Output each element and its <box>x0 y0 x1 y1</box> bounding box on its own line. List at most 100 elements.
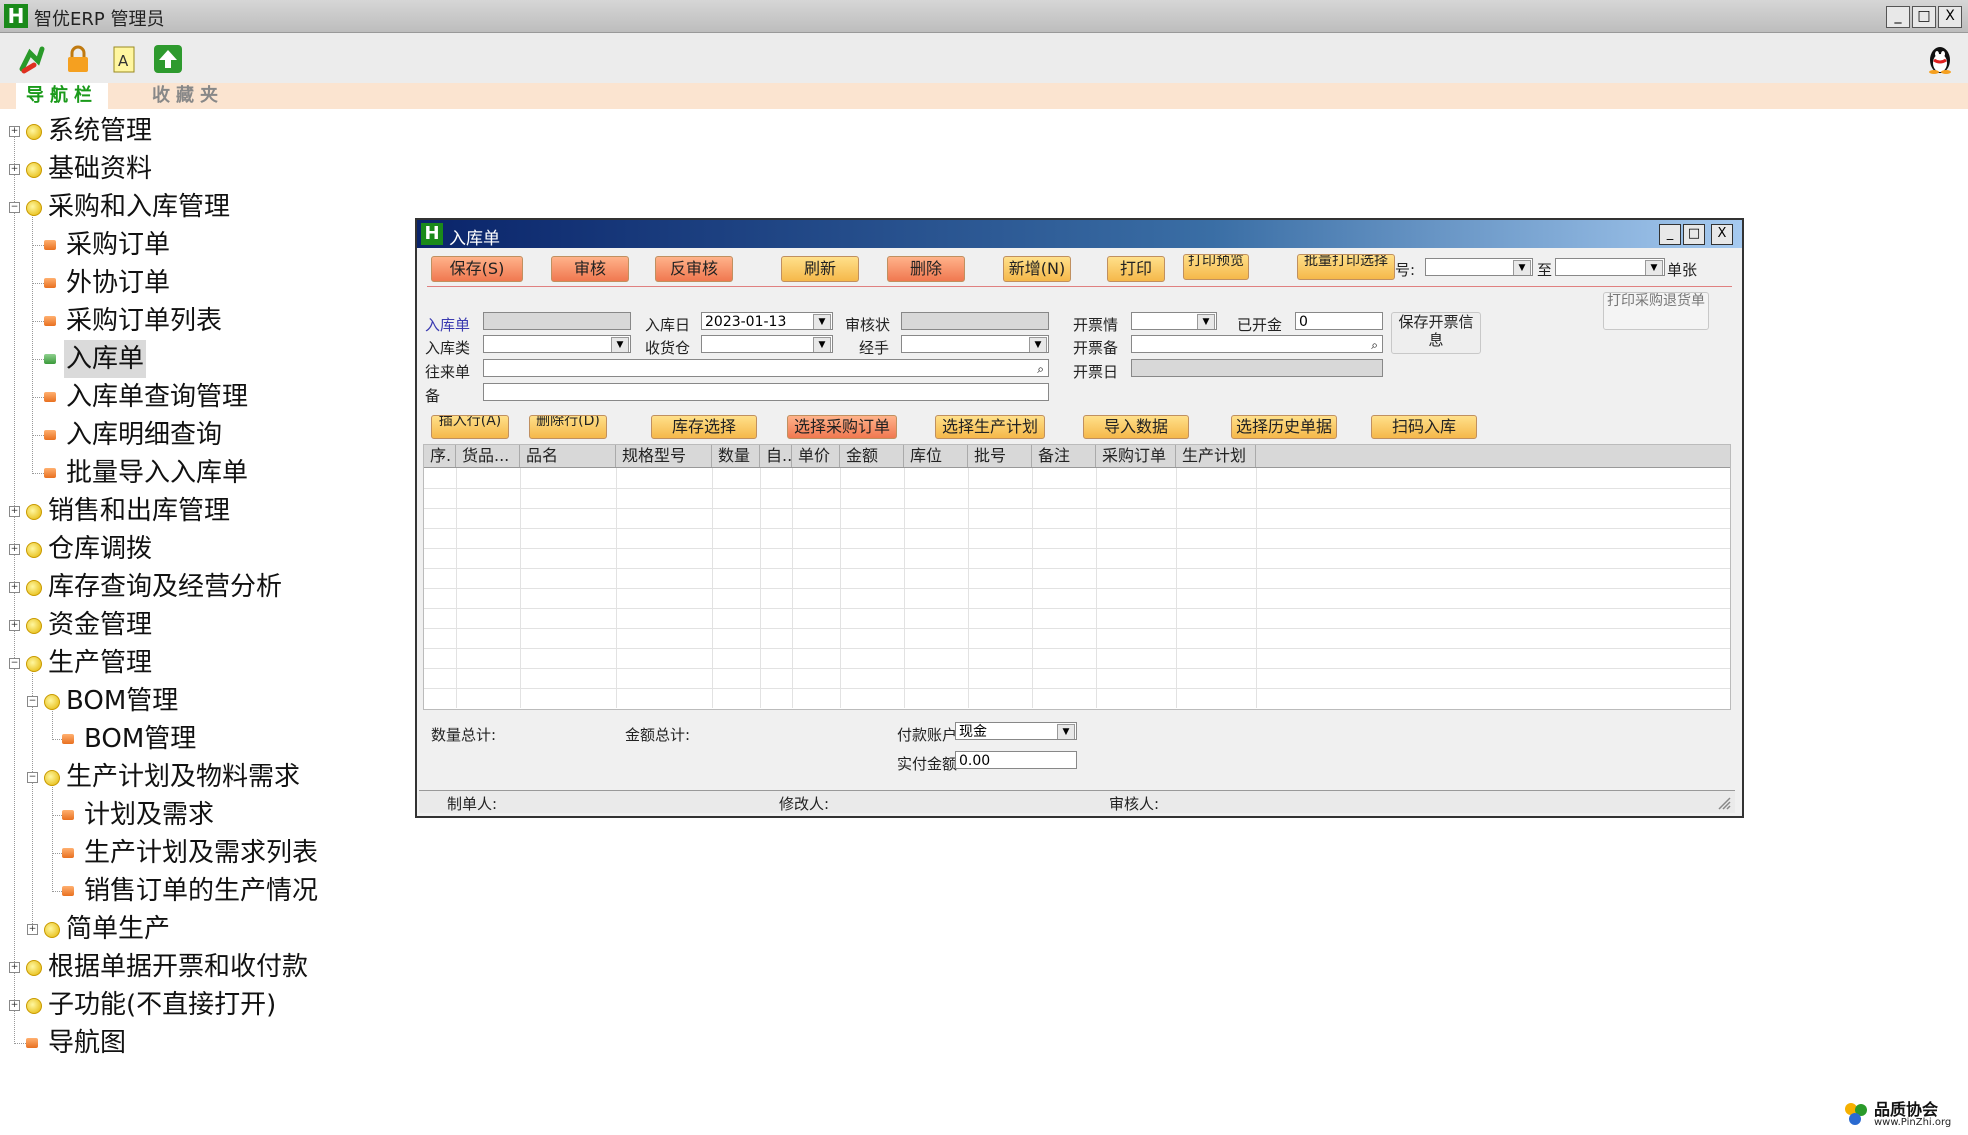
unaudit-button[interactable]: 反审核 <box>655 256 733 282</box>
import-data-button[interactable]: 导入数据 <box>1083 415 1189 439</box>
tree-item-simple-production[interactable]: + 简单生产 <box>0 910 400 948</box>
tree-item-batch-import-inbound[interactable]: 批量导入入库单 <box>0 454 400 492</box>
insert-row-button[interactable]: 插入行(A) <box>431 415 509 439</box>
invoice-status-select[interactable]: ▼ <box>1131 312 1217 330</box>
handler-select[interactable]: ▼ <box>901 335 1049 353</box>
collapse-icon[interactable]: − <box>9 658 20 669</box>
lock-icon[interactable] <box>62 43 94 75</box>
expand-icon[interactable]: + <box>9 1000 20 1011</box>
expand-icon[interactable]: + <box>27 924 38 935</box>
search-icon[interactable]: ⌕ <box>1371 336 1378 352</box>
tree-item-inbound-detail-query[interactable]: 入库明细查询 <box>0 416 400 454</box>
tree-item-purchase-order[interactable]: 采购订单 <box>0 226 400 264</box>
refresh-arrow-icon[interactable] <box>16 43 48 75</box>
column-header-location[interactable]: 库位 <box>904 445 968 467</box>
maximize-button[interactable]: □ <box>1912 6 1936 28</box>
column-header-price[interactable]: 单价 <box>792 445 840 467</box>
tree-item-sales-outbound[interactable]: + 销售和出库管理 <box>0 492 400 530</box>
tree-item-warehouse-transfer[interactable]: + 仓库调拨 <box>0 530 400 568</box>
type-select[interactable]: ▼ <box>483 335 631 353</box>
select-history-button[interactable]: 选择历史单据 <box>1231 415 1337 439</box>
tree-item-bom-folder[interactable]: − BOM管理 <box>0 682 400 720</box>
collapse-icon[interactable]: − <box>27 696 38 707</box>
audit-button[interactable]: 审核 <box>551 256 629 282</box>
refresh-button[interactable]: 刷新 <box>781 256 859 282</box>
expand-icon[interactable]: + <box>9 126 20 137</box>
note-field[interactable] <box>483 383 1049 401</box>
minimize-button[interactable]: _ <box>1886 6 1910 28</box>
batch-print-select-button[interactable]: 批量打印选择 <box>1297 254 1395 280</box>
column-header-item-name[interactable]: 品名 <box>520 445 616 467</box>
select-production-plan-button[interactable]: 选择生产计划 <box>935 415 1045 439</box>
qq-penguin-icon[interactable] <box>1924 43 1956 75</box>
tree-item-sales-order-production[interactable]: 销售订单的生产情况 <box>0 872 400 910</box>
range-from-select[interactable]: ▼ <box>1425 258 1533 276</box>
date-field[interactable]: 2023-01-13 ▼ <box>701 312 833 330</box>
tree-item-production-management[interactable]: − 生产管理 <box>0 644 400 682</box>
select-purchase-order-button[interactable]: 选择采购订单 <box>787 415 897 439</box>
tree-item-purchase-inbound[interactable]: − 采购和入库管理 <box>0 188 400 226</box>
tab-navigation[interactable]: 导航栏 <box>16 83 108 109</box>
delete-row-button[interactable]: 删除行(D) <box>529 415 607 439</box>
tree-item-inventory-analysis[interactable]: + 库存查询及经营分析 <box>0 568 400 606</box>
column-header-purchase-order[interactable]: 采购订单 <box>1096 445 1176 467</box>
close-button[interactable]: X <box>1938 6 1962 28</box>
column-header-seq[interactable]: 序. <box>424 445 456 467</box>
warehouse-select[interactable]: ▼ <box>701 335 833 353</box>
column-header-qty[interactable]: 数量 <box>712 445 760 467</box>
tree-item-sub-functions[interactable]: + 子功能(不直接打开) <box>0 986 400 1024</box>
tree-item-basic-data[interactable]: + 基础资料 <box>0 150 400 188</box>
tree-item-fund-management[interactable]: + 资金管理 <box>0 606 400 644</box>
tree-item-purchase-order-list[interactable]: 采购订单列表 <box>0 302 400 340</box>
invoice-note-field[interactable]: ⌕ <box>1131 335 1383 353</box>
column-header-production-plan[interactable]: 生产计划 <box>1176 445 1256 467</box>
tree-item-outsource-order[interactable]: 外协订单 <box>0 264 400 302</box>
tree-item-inbound-receipt[interactable]: 入库单 <box>0 340 400 378</box>
expand-icon[interactable]: + <box>9 164 20 175</box>
new-button[interactable]: 新增(N) <box>1003 256 1071 282</box>
tree-item-invoice-payment[interactable]: + 根据单据开票和收付款 <box>0 948 400 986</box>
paid-amount-field[interactable]: 0.00 <box>955 751 1077 769</box>
tree-item-navigation-map[interactable]: 导航图 <box>0 1024 400 1062</box>
expand-icon[interactable]: + <box>9 544 20 555</box>
collapse-icon[interactable]: − <box>27 772 38 783</box>
column-header-unit[interactable]: 自.. <box>760 445 792 467</box>
invoiced-amount-field[interactable]: 0 <box>1295 312 1383 330</box>
column-header-item-code[interactable]: 货品... <box>456 445 520 467</box>
range-to-select[interactable]: ▼ <box>1555 258 1665 276</box>
expand-icon[interactable]: + <box>9 582 20 593</box>
expand-icon[interactable]: + <box>9 620 20 631</box>
column-header-batch[interactable]: 批号 <box>968 445 1032 467</box>
pay-account-select[interactable]: 现金 ▼ <box>955 722 1077 740</box>
column-header-spec[interactable]: 规格型号 <box>616 445 712 467</box>
tree-item-production-plan-list[interactable]: 生产计划及需求列表 <box>0 834 400 872</box>
collapse-icon[interactable]: − <box>9 202 20 213</box>
expand-icon[interactable]: + <box>9 962 20 973</box>
tree-item-bom-management[interactable]: BOM管理 <box>0 720 400 758</box>
column-header-remark[interactable]: 备注 <box>1032 445 1096 467</box>
scan-receipt-button[interactable]: 扫码入库 <box>1371 415 1477 439</box>
tree-item-production-plan-mrp[interactable]: − 生产计划及物料需求 <box>0 758 400 796</box>
search-icon[interactable]: ⌕ <box>1037 360 1044 376</box>
expand-icon[interactable]: + <box>9 506 20 517</box>
tree-item-inbound-query[interactable]: 入库单查询管理 <box>0 378 400 416</box>
tab-favorites[interactable]: 收藏夹 <box>142 83 234 109</box>
tree-item-plan-demand[interactable]: 计划及需求 <box>0 796 400 834</box>
child-minimize-button[interactable]: _ <box>1659 224 1681 245</box>
print-return-button[interactable]: 打印采购退货单 <box>1603 292 1709 330</box>
stock-select-button[interactable]: 库存选择 <box>651 415 757 439</box>
resize-grip-icon[interactable] <box>1717 795 1731 810</box>
save-invoice-button[interactable]: 保存开票信息 <box>1391 312 1481 354</box>
child-maximize-button[interactable]: □ <box>1683 224 1705 245</box>
print-button[interactable]: 打印 <box>1107 256 1165 282</box>
delete-button[interactable]: 删除 <box>887 256 965 282</box>
column-header-amount[interactable]: 金额 <box>840 445 904 467</box>
text-document-icon[interactable]: A <box>108 43 140 75</box>
upload-arrow-icon[interactable] <box>152 43 184 75</box>
print-preview-button[interactable]: 打印预览 <box>1183 254 1249 280</box>
items-table[interactable]: 序. 货品... 品名 规格型号 数量 自.. 单价 金额 库位 批号 备注 采购订单 生产计划 <box>423 444 1731 710</box>
tree-item-system-management[interactable]: + 系统管理 <box>0 112 400 150</box>
receipt-no-field[interactable] <box>483 312 631 330</box>
partner-field[interactable]: ⌕ <box>483 359 1049 377</box>
save-button[interactable]: 保存(S) <box>431 256 523 282</box>
